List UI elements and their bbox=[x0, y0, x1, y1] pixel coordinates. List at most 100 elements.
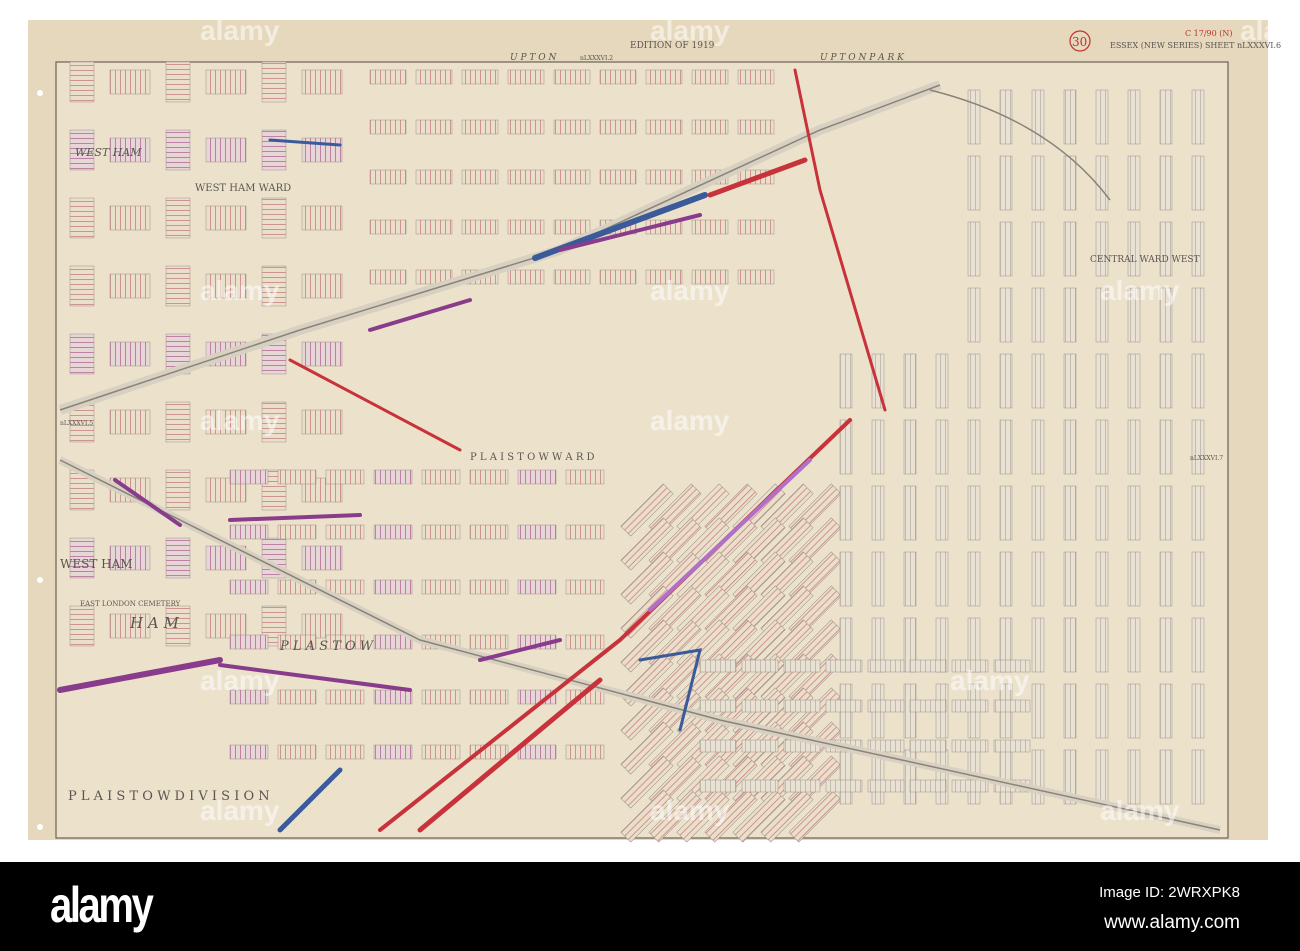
housing-block bbox=[261, 61, 287, 103]
housing-block bbox=[1127, 617, 1141, 673]
housing-block bbox=[935, 749, 949, 805]
housing-block bbox=[993, 739, 1031, 753]
housing-block bbox=[839, 749, 853, 805]
housing-block bbox=[1159, 683, 1173, 739]
housing-block bbox=[69, 333, 95, 375]
housing-block bbox=[261, 129, 287, 171]
binding-hole bbox=[37, 90, 43, 96]
housing-block bbox=[645, 69, 683, 85]
housing-block bbox=[867, 699, 905, 713]
adjacent-top: nLXXXVI.2 bbox=[580, 55, 613, 62]
housing-block bbox=[999, 155, 1013, 211]
housing-block bbox=[909, 779, 947, 793]
housing-block bbox=[967, 353, 981, 409]
label-upton: U P T O N bbox=[510, 53, 557, 63]
housing-block bbox=[741, 739, 779, 753]
housing-block bbox=[1127, 221, 1141, 277]
housing-block bbox=[741, 699, 779, 713]
housing-block bbox=[1159, 155, 1173, 211]
housing-block bbox=[909, 699, 947, 713]
housing-block bbox=[967, 221, 981, 277]
housing-block bbox=[165, 401, 191, 443]
housing-block bbox=[1159, 221, 1173, 277]
housing-block bbox=[825, 699, 863, 713]
housing-block bbox=[507, 69, 545, 85]
housing-block bbox=[999, 221, 1013, 277]
housing-block bbox=[1063, 89, 1077, 145]
housing-block bbox=[1063, 419, 1077, 475]
housing-block bbox=[691, 119, 729, 135]
housing-block bbox=[517, 524, 557, 540]
housing-block bbox=[1095, 485, 1109, 541]
housing-block bbox=[373, 689, 413, 705]
housing-block bbox=[325, 524, 365, 540]
housing-block bbox=[165, 265, 191, 307]
housing-block bbox=[461, 119, 499, 135]
binding-hole bbox=[37, 824, 43, 830]
housing-block bbox=[373, 744, 413, 760]
housing-block bbox=[1031, 419, 1045, 475]
housing-block bbox=[967, 551, 981, 607]
housing-block bbox=[1095, 419, 1109, 475]
alamy-logo: alamy bbox=[50, 877, 154, 933]
housing-block bbox=[1127, 485, 1141, 541]
housing-block bbox=[415, 219, 453, 235]
housing-block bbox=[993, 699, 1031, 713]
label-central-ward-west: CENTRAL WARD WEST bbox=[1090, 255, 1200, 265]
housing-block bbox=[599, 169, 637, 185]
housing-block bbox=[599, 119, 637, 135]
housing-block bbox=[839, 551, 853, 607]
housing-block bbox=[867, 779, 905, 793]
housing-block bbox=[1191, 683, 1205, 739]
housing-block bbox=[1063, 617, 1077, 673]
housing-block bbox=[229, 524, 269, 540]
housing-block bbox=[699, 659, 737, 673]
label-west-ham: WEST HAM bbox=[60, 557, 133, 571]
watermark-text: alamy bbox=[200, 665, 280, 696]
housing-block bbox=[565, 469, 605, 485]
housing-block bbox=[1191, 551, 1205, 607]
housing-block bbox=[517, 579, 557, 595]
housing-block bbox=[1031, 287, 1045, 343]
housing-block bbox=[737, 119, 775, 135]
label-plaistow-ward: P L A I S T O W W A R D bbox=[470, 452, 595, 463]
housing-block bbox=[691, 69, 729, 85]
housing-block bbox=[421, 524, 461, 540]
housing-block bbox=[461, 69, 499, 85]
housing-block bbox=[825, 779, 863, 793]
watermark-text: alamy bbox=[200, 795, 280, 826]
housing-block bbox=[935, 485, 949, 541]
housing-block bbox=[469, 689, 509, 705]
housing-block bbox=[783, 699, 821, 713]
housing-block bbox=[999, 485, 1013, 541]
website-link[interactable]: www.alamy.com bbox=[1104, 912, 1240, 934]
housing-block bbox=[205, 69, 247, 95]
watermark-text: alamy bbox=[200, 275, 280, 306]
housing-block bbox=[741, 659, 779, 673]
housing-block bbox=[871, 551, 885, 607]
housing-block bbox=[909, 659, 947, 673]
housing-block bbox=[699, 779, 737, 793]
housing-block bbox=[461, 219, 499, 235]
housing-block bbox=[903, 551, 917, 607]
housing-block bbox=[421, 469, 461, 485]
housing-block bbox=[871, 419, 885, 475]
housing-block bbox=[373, 579, 413, 595]
housing-block bbox=[421, 579, 461, 595]
housing-block bbox=[565, 579, 605, 595]
housing-block bbox=[415, 119, 453, 135]
housing-block bbox=[109, 69, 151, 95]
housing-block bbox=[737, 69, 775, 85]
housing-block bbox=[1095, 683, 1109, 739]
housing-block bbox=[301, 273, 343, 299]
housing-block bbox=[229, 744, 269, 760]
housing-block bbox=[507, 219, 545, 235]
housing-block bbox=[599, 269, 637, 285]
housing-block bbox=[871, 485, 885, 541]
adjacent-right: nLXXXVI.7 bbox=[1190, 455, 1223, 462]
housing-block bbox=[165, 537, 191, 579]
housing-block bbox=[1127, 419, 1141, 475]
housing-block bbox=[1191, 89, 1205, 145]
housing-block bbox=[553, 169, 591, 185]
housing-block bbox=[301, 613, 343, 639]
